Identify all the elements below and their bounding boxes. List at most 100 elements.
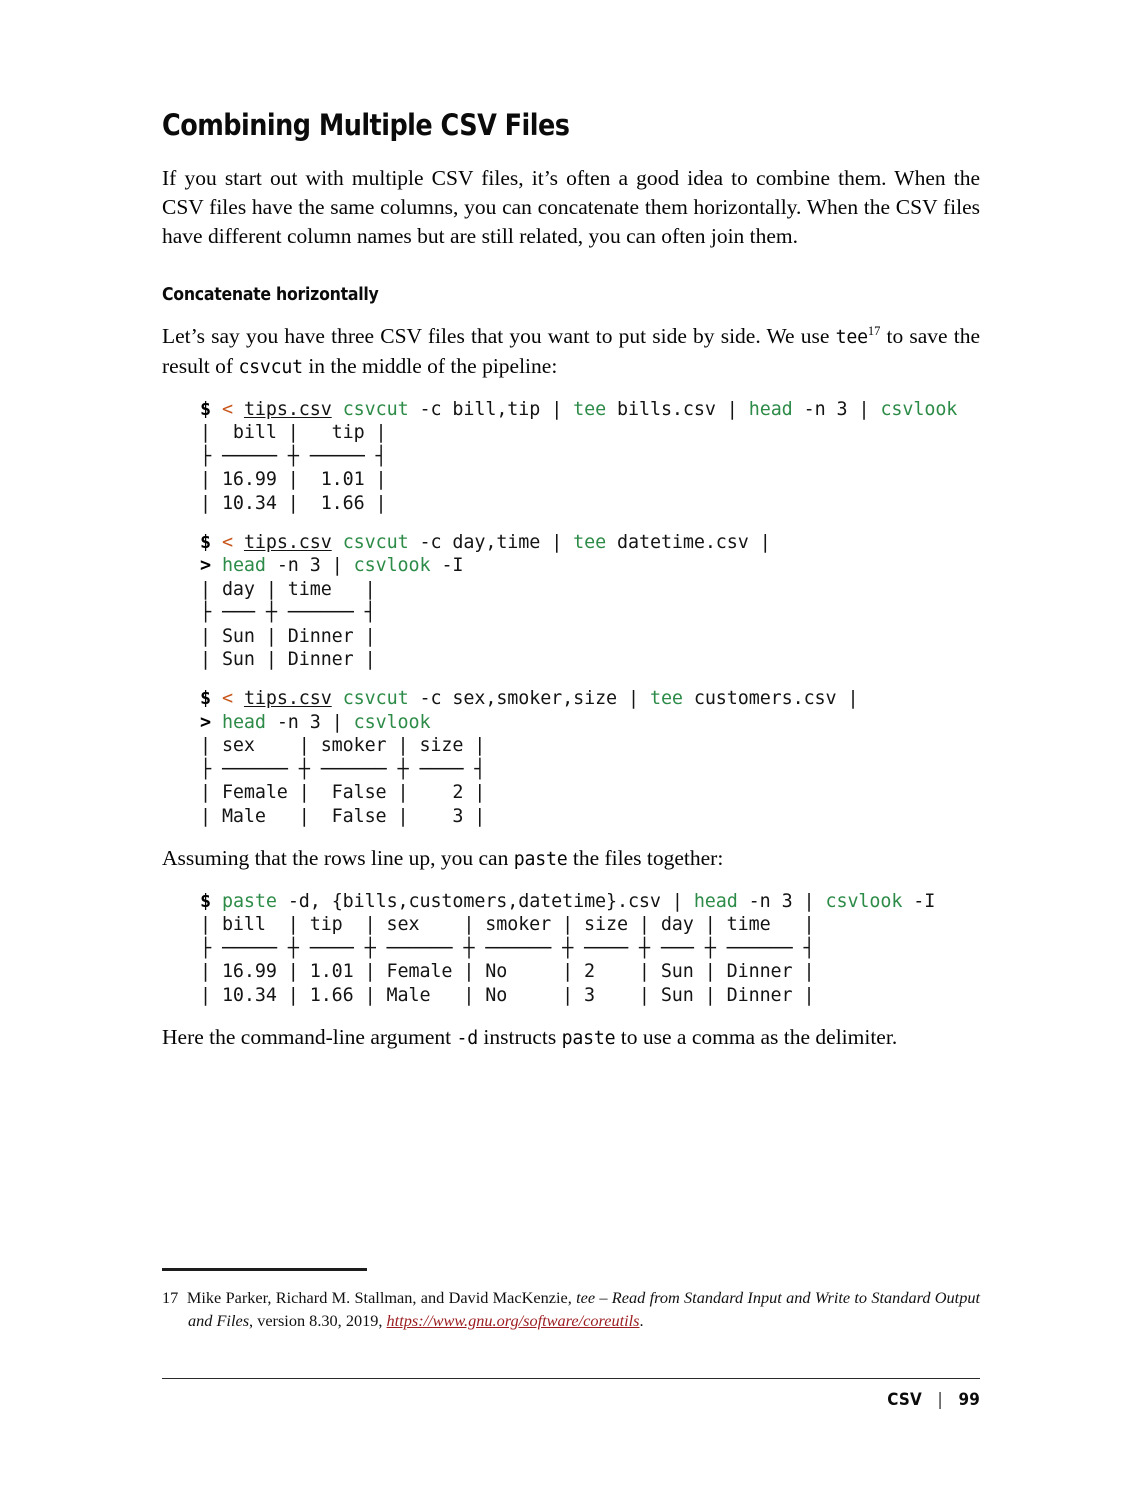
code-token-cmd: tee: [573, 532, 607, 554]
page-title: Combining Multiple CSV Files: [162, 108, 570, 142]
code-token-prompt: $: [200, 399, 211, 421]
code-line: | Sun | Dinner |: [200, 648, 980, 671]
code-token-plain: -I: [430, 555, 464, 577]
code-token-redir: <: [221, 688, 233, 710]
code-token-prompt: $: [200, 532, 211, 554]
code-token-plain: | sex | smoker | size |: [200, 735, 486, 757]
code-token-cmd: csvlook: [825, 890, 903, 912]
code-token-plain: -n 3: [737, 890, 804, 912]
code-token-plain: | bill | tip |: [200, 422, 387, 444]
code-line: ├ ────── ┼ ────── ┼ ──── ┤: [200, 758, 980, 781]
code-token-cmd: tee: [573, 399, 607, 421]
code-token-cmd: paste: [221, 890, 277, 912]
code-token-plain: | day | time |: [200, 578, 376, 600]
code-token-cmd: head: [221, 555, 266, 577]
code-token-cmd: csvlook: [880, 399, 958, 421]
closing-text-2: instructs: [478, 1024, 562, 1049]
code-token-pipe: |: [671, 890, 683, 912]
footnote-entry: 17 Mike Parker, Richard M. Stallman, and…: [162, 1286, 980, 1332]
code-line: | 10.34 | 1.66 |: [200, 492, 980, 515]
code-block-bills: $ < tips.csv csvcut -c bill,tip | tee bi…: [200, 398, 980, 515]
code-token-plain: ├ ─── ┼ ────── ┤: [200, 602, 376, 624]
code-line: | bill | tip |: [200, 421, 980, 444]
code-line: $ < tips.csv csvcut -c day,time | tee da…: [200, 531, 980, 554]
code-token-plain: ├ ───── ┼ ───── ┤: [200, 445, 387, 467]
code-token-cmd: tee: [649, 688, 683, 710]
code-token-plain: | bill | tip | sex | smoker | size | day…: [200, 914, 815, 936]
code-token-pipe: |: [726, 399, 738, 421]
code-token-plain: customers.csv: [682, 688, 848, 710]
code-line: | sex | smoker | size |: [200, 734, 980, 757]
code-block-paste: $ paste -d, {bills,customers,datetime}.c…: [200, 890, 980, 1007]
code-token-cmd: head: [748, 399, 793, 421]
footnote-url-link[interactable]: https://www.gnu.org/software/coreutils: [387, 1311, 640, 1330]
code-token-file: tips.csv: [243, 532, 332, 554]
code-line: > head -n 3 | csvlook -I: [200, 554, 980, 577]
footnote-reference-17[interactable]: 17: [868, 324, 881, 338]
code-token-pipe: |: [551, 532, 563, 554]
footer-content: CSV | 99: [227, 1390, 980, 1409]
code-line: | bill | tip | sex | smoker | size | day…: [200, 913, 980, 936]
footer-page-number: 99: [958, 1390, 980, 1410]
code-line: | 10.34 | 1.66 | Male | No | 3 | Sun | D…: [200, 984, 980, 1007]
code-token-plain: | Female | False | 2 |: [200, 782, 486, 804]
code-line: $ paste -d, {bills,customers,datetime}.c…: [200, 890, 980, 913]
code-line: > head -n 3 | csvlook: [200, 711, 980, 734]
code-line: $ < tips.csv csvcut -c sex,smoker,size |…: [200, 687, 980, 710]
code-line: | Male | False | 3 |: [200, 805, 980, 828]
code-token-plain: -n 3: [265, 711, 332, 733]
footnote-area: 17 Mike Parker, Richard M. Stallman, and…: [162, 1268, 980, 1332]
code-token-plain: -n 3: [792, 399, 859, 421]
section-heading: Concatenate horizontally: [162, 284, 379, 305]
code-token-redir: <: [221, 532, 233, 554]
footnote-period: .: [639, 1310, 644, 1330]
code-token-plain: | 10.34 | 1.66 | Male | No | 3 | Sun | D…: [200, 984, 815, 1006]
code-token-prompt: $: [200, 890, 211, 912]
code-token-plain: ├ ────── ┼ ────── ┼ ──── ┤: [200, 758, 486, 780]
code-token-plain: ├ ───── ┼ ──── ┼ ────── ┼ ────── ┼ ──── …: [200, 937, 815, 959]
closing-text-3: to use a comma as the delimiter.: [615, 1024, 898, 1049]
code-token-pipe: |: [628, 688, 639, 710]
code-line: | Sun | Dinner |: [200, 625, 980, 648]
code-token-cmd: head: [693, 890, 738, 912]
code-token-cmd: csvlook: [353, 711, 431, 733]
code-token-cmd: head: [221, 711, 266, 733]
closing-paragraph: Here the command-line argument -d instru…: [162, 1023, 980, 1053]
lead-text-1: Let’s say you have three CSV files that …: [162, 324, 836, 349]
assume-text-1: Assuming that the rows line up, you can: [162, 845, 514, 870]
code-token-plain: | Sun | Dinner |: [200, 649, 376, 671]
code-token-plain: -c bill,tip: [408, 399, 552, 421]
code-token-plain: -n 3: [265, 555, 332, 577]
page-content: Combining Multiple CSV Files If you star…: [162, 108, 980, 1057]
code-token-prompt: $: [200, 688, 211, 710]
inline-code-tee: tee: [835, 327, 868, 349]
code-line: | 16.99 | 1.01 |: [200, 468, 980, 491]
assume-paragraph: Assuming that the rows line up, you can …: [162, 844, 980, 874]
code-token-cmd: csvcut: [342, 688, 409, 710]
page-canvas: Combining Multiple CSV Files If you star…: [0, 0, 1142, 1500]
code-line: ├ ─── ┼ ────── ┤: [200, 601, 980, 624]
code-block-datetime: $ < tips.csv csvcut -c day,time | tee da…: [200, 531, 980, 671]
assume-text-2: the files together:: [567, 845, 724, 870]
code-token-file: tips.csv: [243, 688, 332, 710]
code-token-pipe: |: [803, 890, 815, 912]
code-token-plain: bills.csv: [606, 399, 727, 421]
code-token-plain: | 16.99 | 1.01 |: [200, 469, 387, 491]
footer-chapter-label: CSV: [887, 1390, 922, 1410]
footnote-number: 17: [162, 1287, 179, 1307]
code-token-pipe: |: [847, 688, 859, 710]
code-token-plain: -c sex,smoker,size: [408, 688, 628, 710]
code-token-prompt: >: [200, 555, 211, 577]
code-token-plain: datetime.csv: [606, 532, 760, 554]
code-token-plain: -d, {bills,customers,datetime}.csv: [276, 890, 672, 912]
